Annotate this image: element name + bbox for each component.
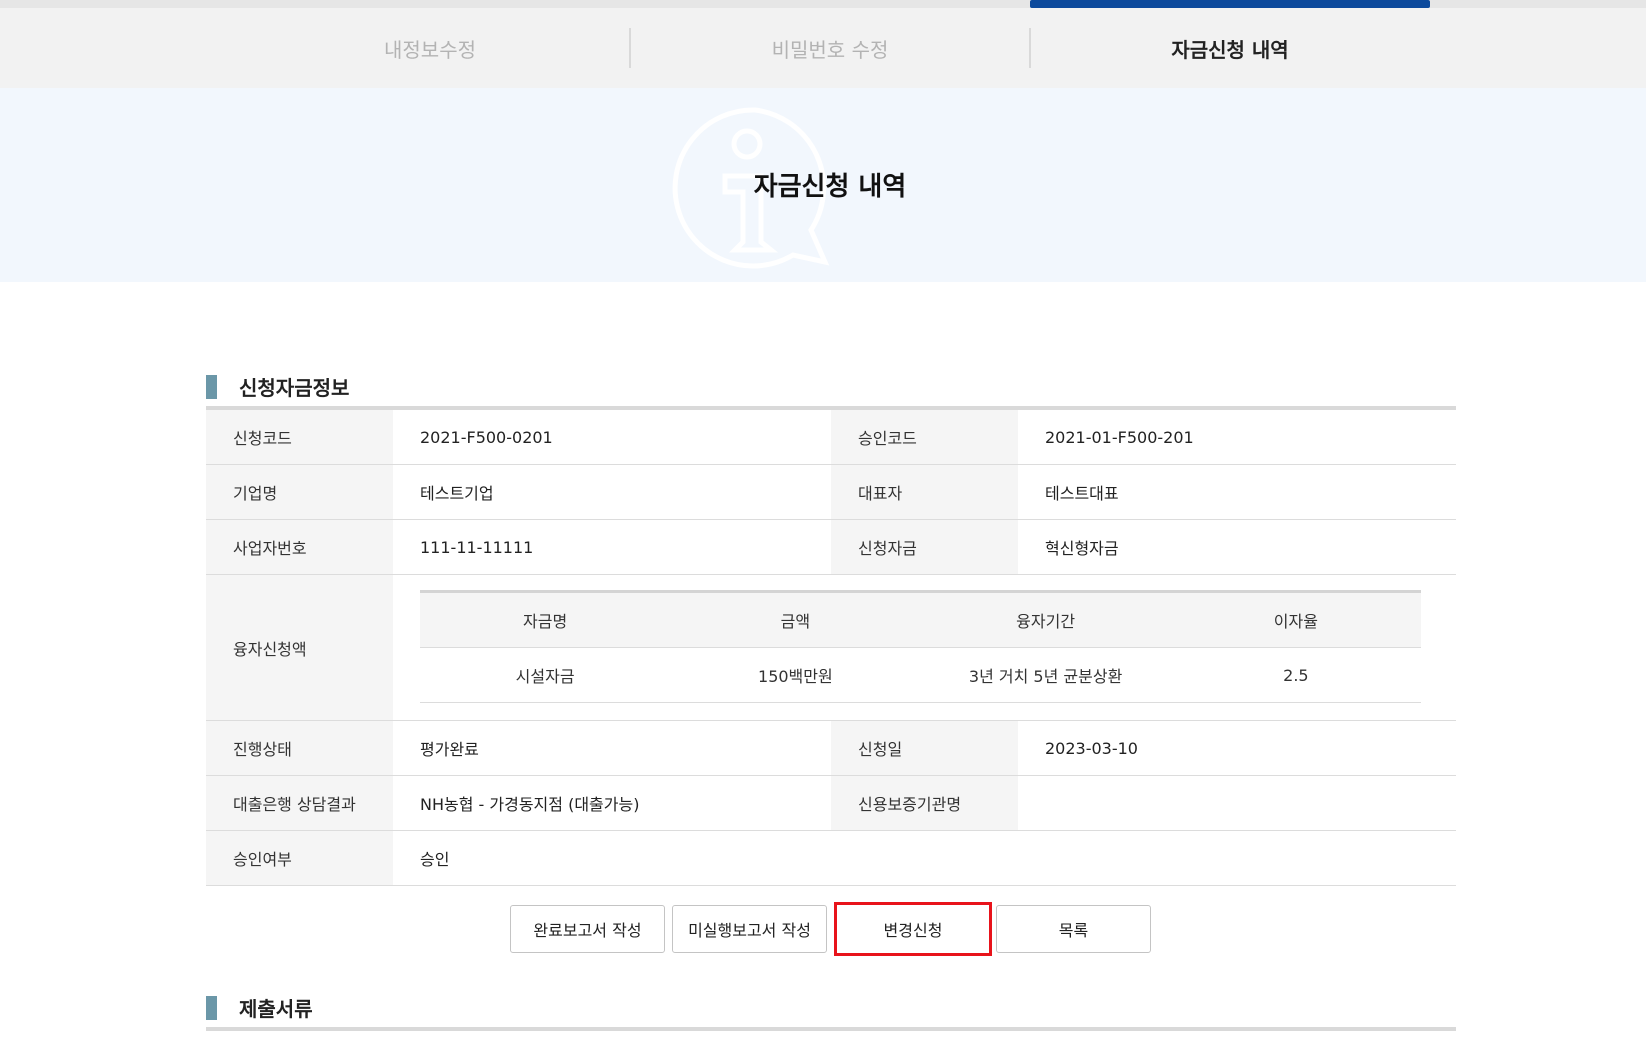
table-row: 대출은행 상담결과 NH농협 - 가경동지점 (대출가능) 신용보증기관명: [206, 776, 1456, 831]
table-row-loan: 융자신청액 자금명 금액 융자기간 이자율 시설자금 150백만원 3년 거치 …: [206, 575, 1456, 721]
bank-result-value: NH농협 - 가경동지점 (대출가능): [420, 795, 640, 814]
section-bar: [206, 995, 217, 1020]
page-title: 자금신청 내역: [753, 172, 907, 202]
unexecuted-report-button[interactable]: 미실행보고서 작성: [672, 905, 827, 953]
approval-code-value: 2021-01-F500-201: [1045, 427, 1194, 447]
guarantee-org-value: [1018, 776, 1456, 830]
biz-no-value: 111-11-11111: [420, 537, 534, 557]
top-progress-line: [0, 0, 1646, 8]
table-row: 승인여부 승인: [206, 831, 1456, 886]
loan-amount: 150백만원: [758, 667, 833, 686]
fund-info-table: 신청코드 2021-F500-0201 승인코드 2021-01-F500-20…: [206, 410, 1456, 886]
company-value: 테스트기업: [420, 484, 494, 503]
apply-code-label: 신청코드: [206, 410, 393, 464]
section-title: 신청자금정보: [239, 376, 350, 400]
section-header-documents: 제출서류: [206, 993, 313, 1022]
fund-label: 신청자금: [831, 520, 1018, 574]
column-header: 융자기간: [1016, 612, 1076, 631]
active-tab-indicator: [1030, 0, 1430, 8]
column-header: 금액: [780, 612, 811, 631]
tab-fund-application-history[interactable]: 자금신청 내역: [1030, 8, 1430, 88]
table-row: 사업자번호 111-11-11111 신청자금 혁신형자금: [206, 520, 1456, 575]
table-row: 신청코드 2021-F500-0201 승인코드 2021-01-F500-20…: [206, 410, 1456, 465]
complete-report-button[interactable]: 완료보고서 작성: [510, 905, 665, 953]
approval-code-label: 승인코드: [831, 410, 1018, 464]
fund-value: 혁신형자금: [1045, 539, 1119, 558]
table-row: 기업명 테스트기업 대표자 테스트대표: [206, 465, 1456, 520]
tab-bar: 내정보수정 비밀번호 수정 자금신청 내역: [0, 8, 1646, 88]
loan-table-row: 시설자금 150백만원 3년 거치 5년 균분상환 2.5: [420, 648, 1421, 703]
column-header: 자금명: [523, 612, 568, 631]
ceo-value: 테스트대표: [1045, 484, 1119, 503]
loan-interest-rate: 2.5: [1283, 665, 1309, 685]
section-bar: [206, 374, 217, 399]
tab-change-password[interactable]: 비밀번호 수정: [630, 8, 1030, 88]
section-title: 제출서류: [239, 997, 313, 1021]
loan-label: 융자신청액: [206, 575, 393, 720]
bank-result-label: 대출은행 상담결과: [206, 776, 393, 830]
change-request-button[interactable]: 변경신청: [834, 902, 992, 956]
company-label: 기업명: [206, 465, 393, 519]
apply-code-value: 2021-F500-0201: [420, 427, 553, 447]
loan-fund-name: 시설자금: [515, 667, 575, 686]
biz-no-label: 사업자번호: [206, 520, 393, 574]
section-divider: [206, 1027, 1456, 1031]
loan-detail-table: 자금명 금액 융자기간 이자율 시설자금 150백만원 3년 거치 5년 균분상…: [420, 590, 1421, 703]
approval-label: 승인여부: [206, 831, 393, 885]
status-value: 평가완료: [420, 740, 479, 759]
column-header: 이자율: [1273, 612, 1318, 631]
loan-table-header: 자금명 금액 융자기간 이자율: [420, 593, 1421, 648]
loan-period: 3년 거치 5년 균분상환: [968, 667, 1123, 686]
apply-date-value: 2023-03-10: [1045, 738, 1138, 758]
tab-edit-profile[interactable]: 내정보수정: [230, 8, 630, 88]
ceo-label: 대표자: [831, 465, 1018, 519]
section-header-fund-info: 신청자금정보: [206, 372, 349, 401]
apply-date-label: 신청일: [831, 721, 1018, 775]
page-hero: 자금신청 내역: [0, 88, 1646, 282]
approval-value: 승인: [420, 850, 450, 869]
guarantee-org-label: 신용보증기관명: [831, 776, 1018, 830]
list-button[interactable]: 목록: [996, 905, 1151, 953]
table-row: 진행상태 평가완료 신청일 2023-03-10: [206, 721, 1456, 776]
status-label: 진행상태: [206, 721, 393, 775]
